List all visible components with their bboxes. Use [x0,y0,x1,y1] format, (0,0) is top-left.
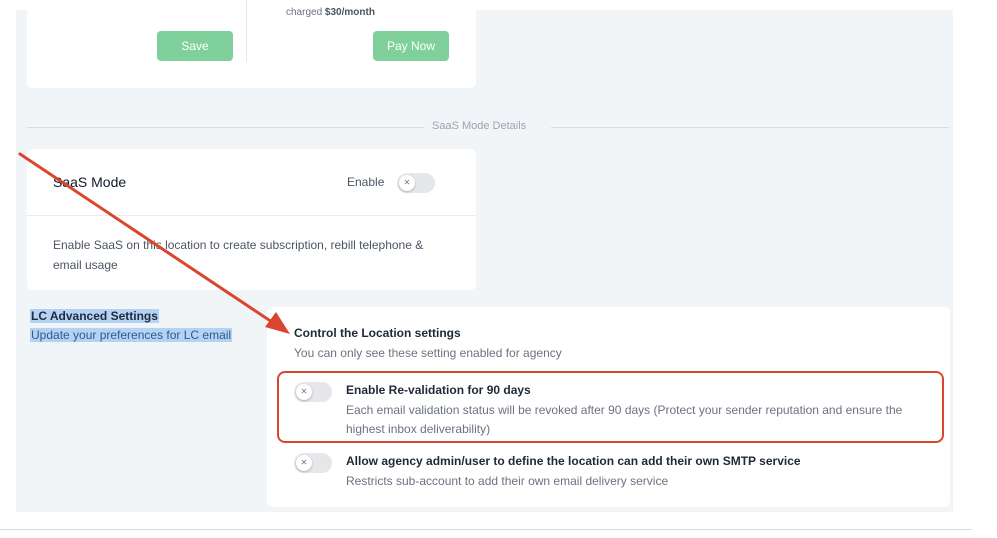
saas-mode-card: SaaS Mode Enable ✕ Enable SaaS on this l… [27,149,476,290]
lc-advanced-settings-title: LC Advanced Settings [30,309,159,323]
smtp-service-toggle[interactable]: ✕ [294,453,332,473]
divider-line-left [27,127,424,128]
billing-divider [246,0,247,62]
charged-prefix: charged [286,7,325,18]
charged-amount: $30/month [324,7,375,18]
close-icon: ✕ [399,175,415,191]
smtp-service-title: Allow agency admin/user to define the lo… [346,454,801,468]
saas-mode-title: SaaS Mode [53,174,127,190]
pay-now-button[interactable]: Pay Now [373,31,449,61]
saas-card-separator [27,215,476,216]
bottom-rule [0,529,972,530]
divider-line-right [551,127,949,128]
lc-advanced-settings-subtitle: Update your preferences for LC email [30,328,233,342]
saas-enable-toggle[interactable]: ✕ [397,173,435,193]
annotation-highlight-box [277,371,944,443]
section-divider: SaaS Mode Details [27,119,949,135]
smtp-service-description: Restricts sub-account to add their own e… [346,474,669,488]
saas-mode-description: Enable SaaS on this location to create s… [53,238,424,272]
save-button[interactable]: Save [157,31,233,61]
location-settings-title: Control the Location settings [294,326,461,340]
section-divider-label: SaaS Mode Details [432,120,527,132]
billing-card: charged $30/month Save Pay Now [27,0,476,88]
charged-text: charged $30/month [286,7,375,18]
saas-enable-label: Enable [347,175,385,189]
location-settings-subtitle: You can only see these setting enabled f… [294,346,562,360]
close-icon: ✕ [296,455,312,471]
